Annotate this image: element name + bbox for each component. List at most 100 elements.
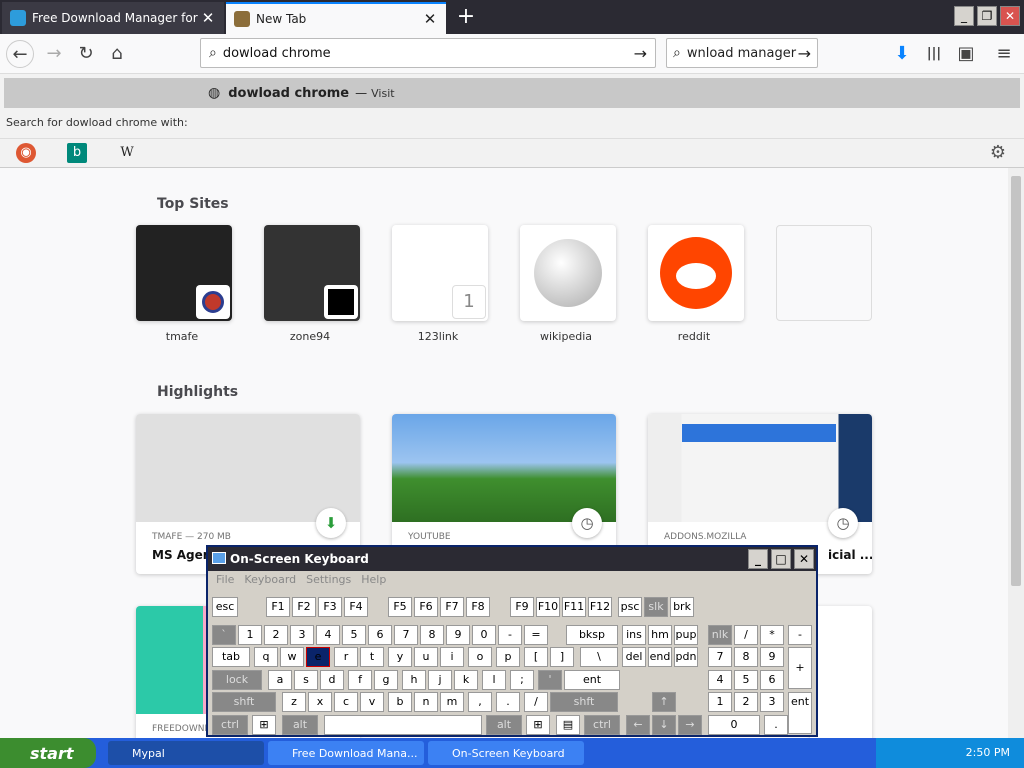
top-site-empty[interactable] bbox=[776, 225, 872, 321]
osk-key-F3[interactable]: F3 bbox=[318, 597, 342, 617]
osk-key-sym[interactable]: . bbox=[496, 692, 520, 712]
menu-icon[interactable]: ≡ bbox=[990, 40, 1018, 68]
back-button[interactable]: ← bbox=[6, 40, 34, 68]
osk-key-bksp[interactable]: bksp bbox=[566, 625, 618, 645]
osk-key-o[interactable]: o bbox=[468, 647, 492, 667]
page-scrollbar[interactable] bbox=[1008, 168, 1024, 738]
home-button[interactable]: ⌂ bbox=[103, 40, 131, 68]
osk-key-sym[interactable]: ← bbox=[626, 715, 650, 735]
osk-key-n[interactable]: n bbox=[414, 692, 438, 712]
osk-key-y[interactable]: y bbox=[388, 647, 412, 667]
osk-key-F5[interactable]: F5 bbox=[388, 597, 412, 617]
osk-key-sym[interactable]: ` bbox=[212, 625, 236, 645]
osk-key-q[interactable]: q bbox=[254, 647, 278, 667]
osk-key-9[interactable]: 9 bbox=[446, 625, 470, 645]
close-tab-icon[interactable]: ✕ bbox=[200, 9, 216, 27]
osk-key-sym[interactable]: ↑ bbox=[652, 692, 676, 712]
top-site-123link[interactable]: 1 bbox=[392, 225, 488, 321]
search-input[interactable]: wnload manager bbox=[681, 46, 798, 61]
osk-key-a[interactable]: a bbox=[268, 670, 292, 690]
osk-key-sym[interactable]: ▤ bbox=[556, 715, 580, 735]
osk-key-end[interactable]: end bbox=[648, 647, 672, 667]
osk-key-sym[interactable]: ↓ bbox=[652, 715, 676, 735]
osk-menu-help[interactable]: Help bbox=[361, 573, 386, 591]
url-bar[interactable]: ⌕ dowload chrome → bbox=[200, 38, 656, 68]
osk-key-F7[interactable]: F7 bbox=[440, 597, 464, 617]
suggestion-row[interactable]: ◍ dowload chrome — Visit bbox=[4, 78, 1020, 108]
osk-key-ins[interactable]: ins bbox=[622, 625, 646, 645]
osk-key-b[interactable]: b bbox=[388, 692, 412, 712]
bing-icon[interactable]: b bbox=[67, 143, 87, 163]
osk-key-3[interactable]: 3 bbox=[290, 625, 314, 645]
osk-key-ctrl[interactable]: ctrl bbox=[584, 715, 620, 735]
osk-key-shft[interactable]: shft bbox=[212, 692, 276, 712]
osk-key-sym[interactable]: . bbox=[764, 715, 788, 735]
osk-menu-settings[interactable]: Settings bbox=[306, 573, 351, 591]
osk-key-lock[interactable]: lock bbox=[212, 670, 262, 690]
osk-key-f[interactable]: f bbox=[348, 670, 372, 690]
osk-key-shft[interactable]: shft bbox=[550, 692, 618, 712]
osk-key-5[interactable]: 5 bbox=[734, 670, 758, 690]
go-arrow-icon[interactable]: → bbox=[634, 44, 647, 63]
url-input[interactable]: dowload chrome bbox=[217, 46, 634, 61]
osk-key-3[interactable]: 3 bbox=[760, 692, 784, 712]
osk-key-F2[interactable]: F2 bbox=[292, 597, 316, 617]
forward-button[interactable]: → bbox=[40, 40, 68, 68]
sidebar-icon[interactable]: ▣ bbox=[952, 40, 980, 68]
osk-key-r[interactable]: r bbox=[334, 647, 358, 667]
osk-key-esc[interactable]: esc bbox=[212, 597, 238, 617]
osk-key-F4[interactable]: F4 bbox=[344, 597, 368, 617]
osk-key-sym[interactable]: ' bbox=[538, 670, 562, 690]
osk-key-sym[interactable]: ⊞ bbox=[526, 715, 550, 735]
osk-key-pup[interactable]: pup bbox=[674, 625, 698, 645]
osk-key-g[interactable]: g bbox=[374, 670, 398, 690]
top-site-tmafe[interactable] bbox=[136, 225, 232, 321]
osk-key-1[interactable]: 1 bbox=[238, 625, 262, 645]
osk-key-sym[interactable]: \ bbox=[580, 647, 618, 667]
osk-key-ent[interactable]: ent bbox=[788, 692, 812, 734]
osk-key-6[interactable]: 6 bbox=[368, 625, 392, 645]
osk-key-space[interactable] bbox=[324, 715, 482, 735]
osk-key-sym[interactable]: → bbox=[678, 715, 702, 735]
osk-key-5[interactable]: 5 bbox=[342, 625, 366, 645]
osk-key-4[interactable]: 4 bbox=[316, 625, 340, 645]
reload-button[interactable]: ↻ bbox=[72, 40, 100, 68]
taskbar-item-mypal[interactable]: Mypal bbox=[108, 741, 264, 765]
osk-key-F1[interactable]: F1 bbox=[266, 597, 290, 617]
osk-key-s[interactable]: s bbox=[294, 670, 318, 690]
gear-icon[interactable]: ⚙ bbox=[988, 143, 1008, 163]
osk-key-alt[interactable]: alt bbox=[282, 715, 318, 735]
clock[interactable]: 2:50 PM bbox=[966, 746, 1010, 759]
highlight-card-partial[interactable] bbox=[810, 606, 872, 738]
osk-key-sym[interactable]: = bbox=[524, 625, 548, 645]
osk-key-8[interactable]: 8 bbox=[734, 647, 758, 667]
osk-key-F11[interactable]: F11 bbox=[562, 597, 586, 617]
osk-key-del[interactable]: del bbox=[622, 647, 646, 667]
osk-key-F8[interactable]: F8 bbox=[466, 597, 490, 617]
osk-key-9[interactable]: 9 bbox=[760, 647, 784, 667]
top-site-wikipedia[interactable] bbox=[520, 225, 616, 321]
osk-key-0[interactable]: 0 bbox=[472, 625, 496, 645]
tab-free-download-manager[interactable]: Free Download Manager for Windo ✕ bbox=[2, 2, 224, 34]
osk-key-l[interactable]: l bbox=[482, 670, 506, 690]
osk-key-sym[interactable]: - bbox=[788, 625, 812, 645]
osk-key-z[interactable]: z bbox=[282, 692, 306, 712]
osk-key-x[interactable]: x bbox=[308, 692, 332, 712]
osk-key-sym[interactable]: ⊞ bbox=[252, 715, 276, 735]
osk-key-sym[interactable]: / bbox=[734, 625, 758, 645]
osk-key-slk[interactable]: slk bbox=[644, 597, 668, 617]
osk-menu-file[interactable]: File bbox=[216, 573, 234, 591]
new-tab-button[interactable]: + bbox=[452, 4, 480, 30]
close-tab-icon[interactable]: ✕ bbox=[422, 10, 438, 28]
osk-key-alt[interactable]: alt bbox=[486, 715, 522, 735]
osk-key-t[interactable]: t bbox=[360, 647, 384, 667]
top-site-zone94[interactable] bbox=[264, 225, 360, 321]
osk-key-e[interactable]: e bbox=[306, 647, 330, 667]
top-site-reddit[interactable] bbox=[648, 225, 744, 321]
start-button[interactable]: start bbox=[0, 738, 96, 768]
osk-key-v[interactable]: v bbox=[360, 692, 384, 712]
osk-key-0[interactable]: 0 bbox=[708, 715, 760, 735]
osk-menu-keyboard[interactable]: Keyboard bbox=[244, 573, 296, 591]
taskbar-item-on-screen-keyboard[interactable]: On-Screen Keyboard bbox=[428, 741, 584, 765]
osk-key-1[interactable]: 1 bbox=[708, 692, 732, 712]
